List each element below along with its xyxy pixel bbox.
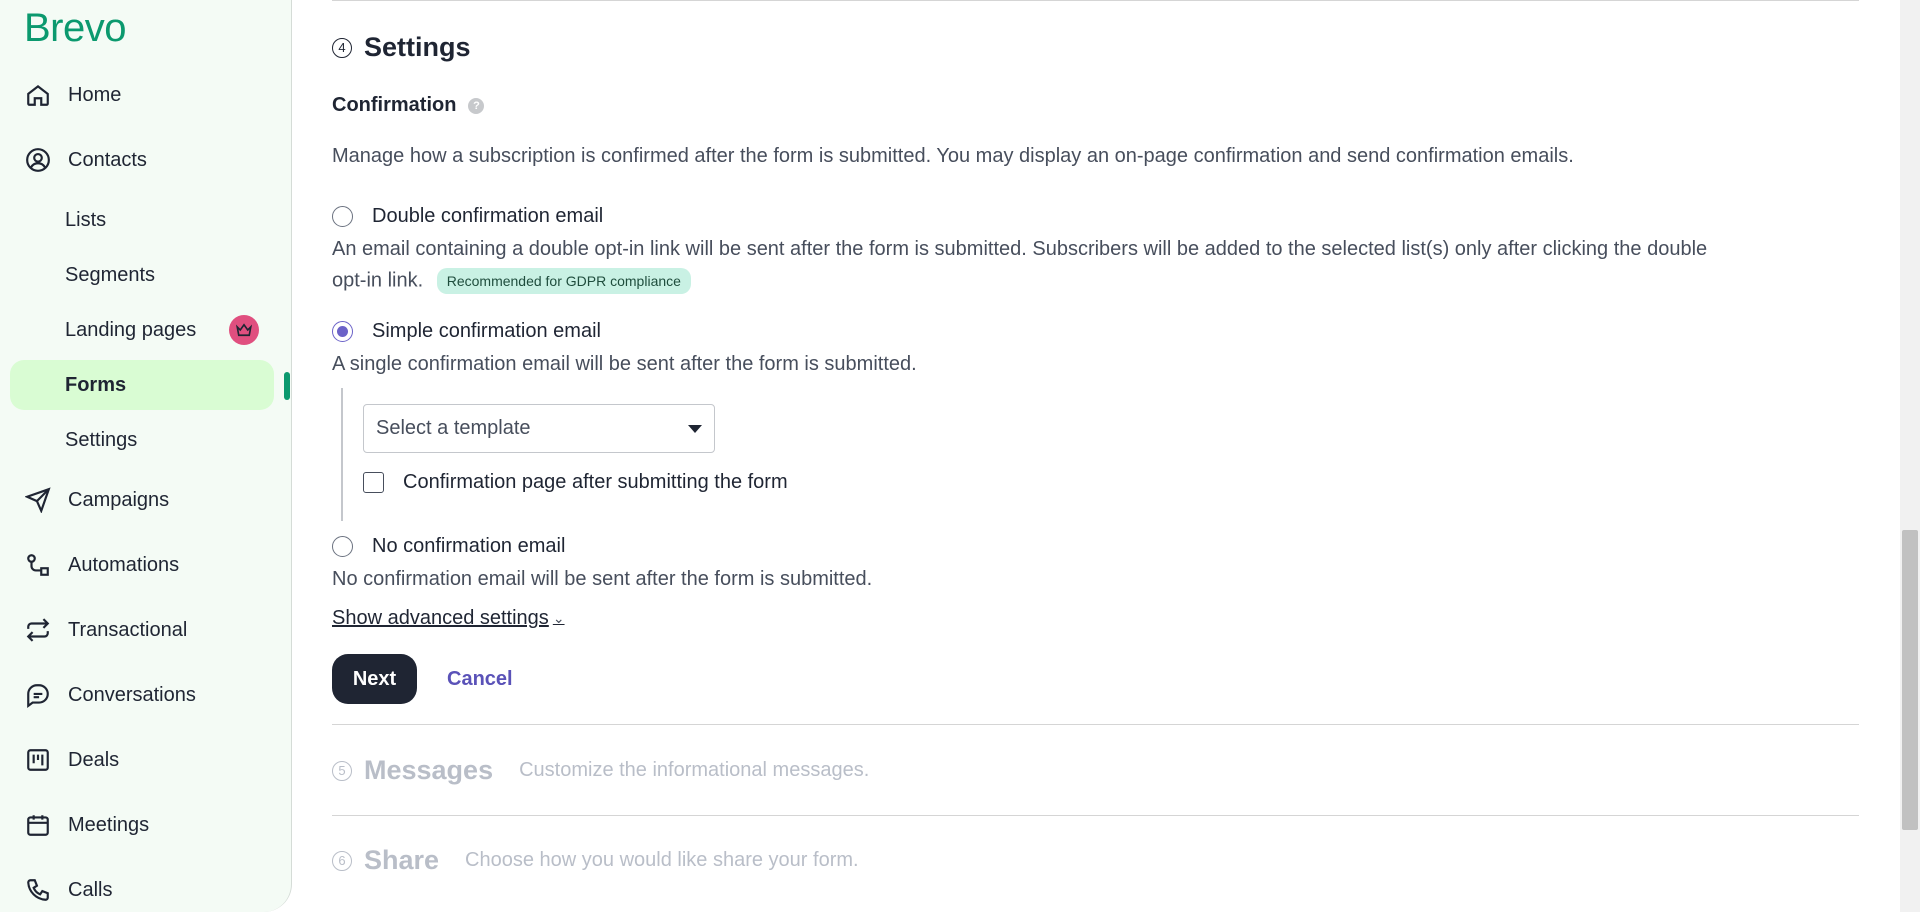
sidebar-item-label: Automations [68,553,180,576]
gdpr-badge: Recommended for GDPR compliance [436,268,691,294]
sidebar-item-label: Home [68,83,122,106]
step-title: Settings [364,32,471,62]
sidebar-item-meetings[interactable]: Meetings [10,800,274,850]
sidebar-item-conversations[interactable]: Conversations [10,670,274,720]
sidebar-item-label: Deals [68,748,120,771]
option-label: No confirmation email [372,535,566,557]
sidebar-item-label: Landing pages [65,318,197,341]
contacts-icon [24,146,52,174]
send-icon [24,486,52,514]
sidebar-item-home[interactable]: Home [10,70,274,120]
chat-icon [24,681,52,709]
active-indicator [284,372,290,400]
step-number: 5 [332,760,352,781]
option-label: Simple confirmation email [372,320,601,342]
sidebar-item-contacts[interactable]: Contacts [10,135,274,185]
kanban-icon [24,746,52,774]
sidebar-item-label: Segments [65,263,156,286]
description-text: opt-in link. [332,269,424,292]
automation-icon [24,551,52,579]
brevo-logo[interactable]: Brevo [24,6,127,51]
sidebar: Brevo Home Contacts Lists Segments Landi… [0,0,292,912]
sidebar-item-label: Forms [65,373,127,396]
phone-icon [24,876,52,904]
next-button[interactable]: Next [332,654,417,704]
divider [332,815,1859,816]
sidebar-item-label: Calls [68,878,113,901]
double-confirmation-description-cont: opt-in link. Recommended for GDPR compli… [332,268,691,294]
sidebar-item-label: Conversations [68,683,196,706]
repeat-icon [24,616,52,644]
step-number: 6 [332,850,352,871]
step-description: Choose how you would like share your for… [465,849,859,871]
sidebar-item-campaigns[interactable]: Campaigns [10,475,274,525]
cancel-button[interactable]: Cancel [447,654,513,704]
double-confirmation-radio[interactable] [332,206,353,227]
step-settings-header: 4 Settings [332,32,471,63]
divider [332,724,1859,725]
simple-confirmation-radio[interactable] [332,321,353,342]
sidebar-item-forms[interactable]: Forms [10,360,274,410]
confirmation-label: Confirmation ? [332,94,485,117]
sidebar-item-automations[interactable]: Automations [10,540,274,590]
confirmation-page-checkbox-row[interactable]: Confirmation page after submitting the f… [363,471,788,494]
sidebar-item-label: Lists [65,208,107,231]
checkbox-label: Confirmation page after submitting the f… [403,471,788,493]
option-label: Double confirmation email [372,205,604,227]
sidebar-item-transactional[interactable]: Transactional [10,605,274,655]
show-advanced-settings-link[interactable]: Show advanced settings ⌄ [332,607,565,630]
sidebar-item-calls[interactable]: Calls [10,865,274,912]
sidebar-item-lists[interactable]: Lists [10,195,274,245]
calendar-icon [24,811,52,839]
no-confirmation-radio[interactable] [332,536,353,557]
step-messages-header[interactable]: 5 Messages Customize the informational m… [332,755,869,786]
confirmation-page-checkbox[interactable] [363,472,384,493]
step-title: Share [364,845,440,875]
sidebar-item-deals[interactable]: Deals [10,735,274,785]
sidebar-item-label: Settings [65,428,138,451]
home-icon [24,81,52,109]
no-confirmation-description: No confirmation email will be sent after… [332,568,873,590]
step-share-header[interactable]: 6 Share Choose how you would like share … [332,845,859,876]
scrollbar-thumb[interactable] [1902,530,1918,830]
confirmation-description: Manage how a subscription is confirmed a… [332,145,1574,167]
sidebar-item-label: Transactional [68,618,188,641]
indent-guide [341,388,343,521]
sidebar-item-settings[interactable]: Settings [10,415,274,465]
no-confirmation-radio-row[interactable]: No confirmation email [332,535,565,558]
template-select-value: Select a template [376,417,531,439]
advanced-link-text: Show advanced settings [332,607,549,629]
chevron-down-icon: ⌄ [552,610,565,626]
help-icon[interactable]: ? [468,97,485,114]
simple-confirmation-radio-row[interactable]: Simple confirmation email [332,320,601,343]
step-title: Messages [364,755,494,785]
simple-confirmation-description: A single confirmation email will be sent… [332,353,917,375]
caret-down-icon [688,424,702,433]
confirmation-label-text: Confirmation [332,94,457,116]
form-settings-panel: 4 Settings Confirmation ? Manage how a s… [292,0,1900,912]
double-confirmation-description: An email containing a double opt-in link… [332,238,1708,260]
double-confirmation-radio-row[interactable]: Double confirmation email [332,205,603,228]
sidebar-item-segments[interactable]: Segments [10,250,274,300]
divider [332,0,1859,1]
step-number: 4 [332,37,352,58]
sidebar-item-label: Meetings [68,813,150,836]
sidebar-item-label: Contacts [68,148,147,171]
step-description: Customize the informational messages. [519,759,870,781]
template-select[interactable]: Select a template [363,404,715,453]
sidebar-item-label: Campaigns [68,488,170,511]
crown-icon [229,315,259,345]
